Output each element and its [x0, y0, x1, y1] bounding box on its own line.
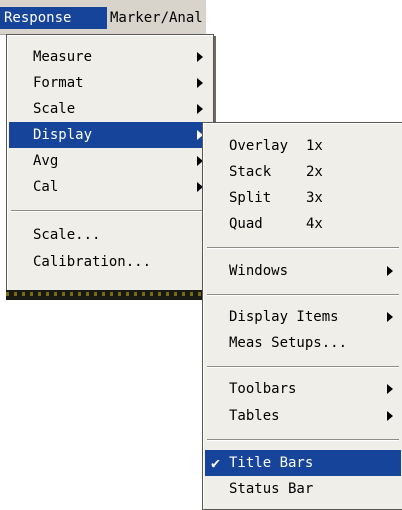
menu-item-meas-setups[interactable]: Meas Setups...: [205, 330, 401, 356]
menu-item-label: Title Bars: [229, 455, 314, 471]
submenu-arrow-icon: [387, 266, 393, 276]
menu-item-label: Measure: [33, 49, 93, 65]
submenu-arrow-icon: [197, 104, 203, 114]
menu-item-label: Cal: [33, 179, 59, 195]
menu-item-status-bar[interactable]: Status Bar: [205, 476, 401, 502]
submenu-arrow-icon: [387, 312, 393, 322]
menu-item-measure[interactable]: Measure: [9, 44, 211, 70]
menu-item-label: Calibration...: [33, 254, 152, 270]
menubar-response-label: Response: [4, 10, 72, 26]
response-menu: Measure Format Scale Display Avg Cal Sca…: [6, 34, 214, 292]
menu-item-display[interactable]: Display: [9, 122, 211, 148]
menu-item-split[interactable]: Split 3x: [205, 185, 401, 211]
menu-separator: [207, 366, 399, 368]
menubar-response[interactable]: Response: [0, 7, 107, 29]
menu-item-shortcut: 1x: [306, 138, 323, 154]
menubar-marker-analysis[interactable]: Marker/Anal: [106, 7, 207, 29]
menu-separator: [207, 294, 399, 296]
chart-trace-fragment: [6, 292, 214, 296]
menu-item-avg[interactable]: Avg: [9, 148, 211, 174]
menubar-marker-label: Marker/Anal: [110, 10, 203, 26]
menu-separator: [207, 439, 399, 441]
menu-item-stack[interactable]: Stack 2x: [205, 159, 401, 185]
menu-item-scale-dialog[interactable]: Scale...: [9, 222, 211, 248]
menu-item-label: Windows: [229, 263, 289, 279]
menu-item-label: Status Bar: [229, 481, 314, 497]
menu-item-label: Tables: [229, 408, 280, 424]
display-submenu: Overlay 1x Stack 2x Split 3x Quad 4x Win…: [202, 122, 402, 510]
menu-item-calibration[interactable]: Calibration...: [9, 249, 211, 275]
menu-item-label: Display Items: [229, 309, 339, 325]
menu-item-label: Avg: [33, 153, 59, 169]
menu-item-label: Quad: [229, 216, 263, 232]
submenu-arrow-icon: [197, 52, 203, 62]
menu-item-toolbars[interactable]: Toolbars: [205, 376, 401, 402]
menu-item-label: Display: [33, 127, 93, 143]
menu-separator: [11, 210, 209, 212]
menu-item-label: Split: [229, 190, 272, 206]
menu-item-label: Overlay: [229, 138, 289, 154]
menu-item-quad[interactable]: Quad 4x: [205, 211, 401, 237]
menu-item-overlay[interactable]: Overlay 1x: [205, 133, 401, 159]
menu-item-label: Scale: [33, 101, 76, 117]
menu-item-display-items[interactable]: Display Items: [205, 304, 401, 330]
menu-item-cal[interactable]: Cal: [9, 174, 211, 200]
submenu-arrow-icon: [387, 411, 393, 421]
menu-item-windows[interactable]: Windows: [205, 258, 401, 284]
submenu-arrow-icon: [387, 384, 393, 394]
menu-item-label: Meas Setups...: [229, 335, 348, 351]
menu-item-label: Stack: [229, 164, 272, 180]
menu-bar: Response Marker/Anal: [0, 0, 206, 35]
menu-item-label: Format: [33, 75, 84, 91]
menu-item-scale[interactable]: Scale: [9, 96, 211, 122]
menu-item-shortcut: 2x: [306, 164, 323, 180]
chart-area-fragment: [6, 290, 214, 300]
checkmark-icon: ✔: [211, 454, 221, 472]
menu-item-title-bars[interactable]: ✔ Title Bars: [205, 450, 401, 476]
menu-item-shortcut: 4x: [306, 216, 323, 232]
menu-separator: [207, 247, 399, 249]
menu-item-label: Toolbars: [229, 381, 297, 397]
submenu-arrow-icon: [197, 78, 203, 88]
menu-item-label: Scale...: [33, 227, 101, 243]
menu-item-tables[interactable]: Tables: [205, 403, 401, 429]
menu-item-format[interactable]: Format: [9, 70, 211, 96]
menu-item-shortcut: 3x: [306, 190, 323, 206]
